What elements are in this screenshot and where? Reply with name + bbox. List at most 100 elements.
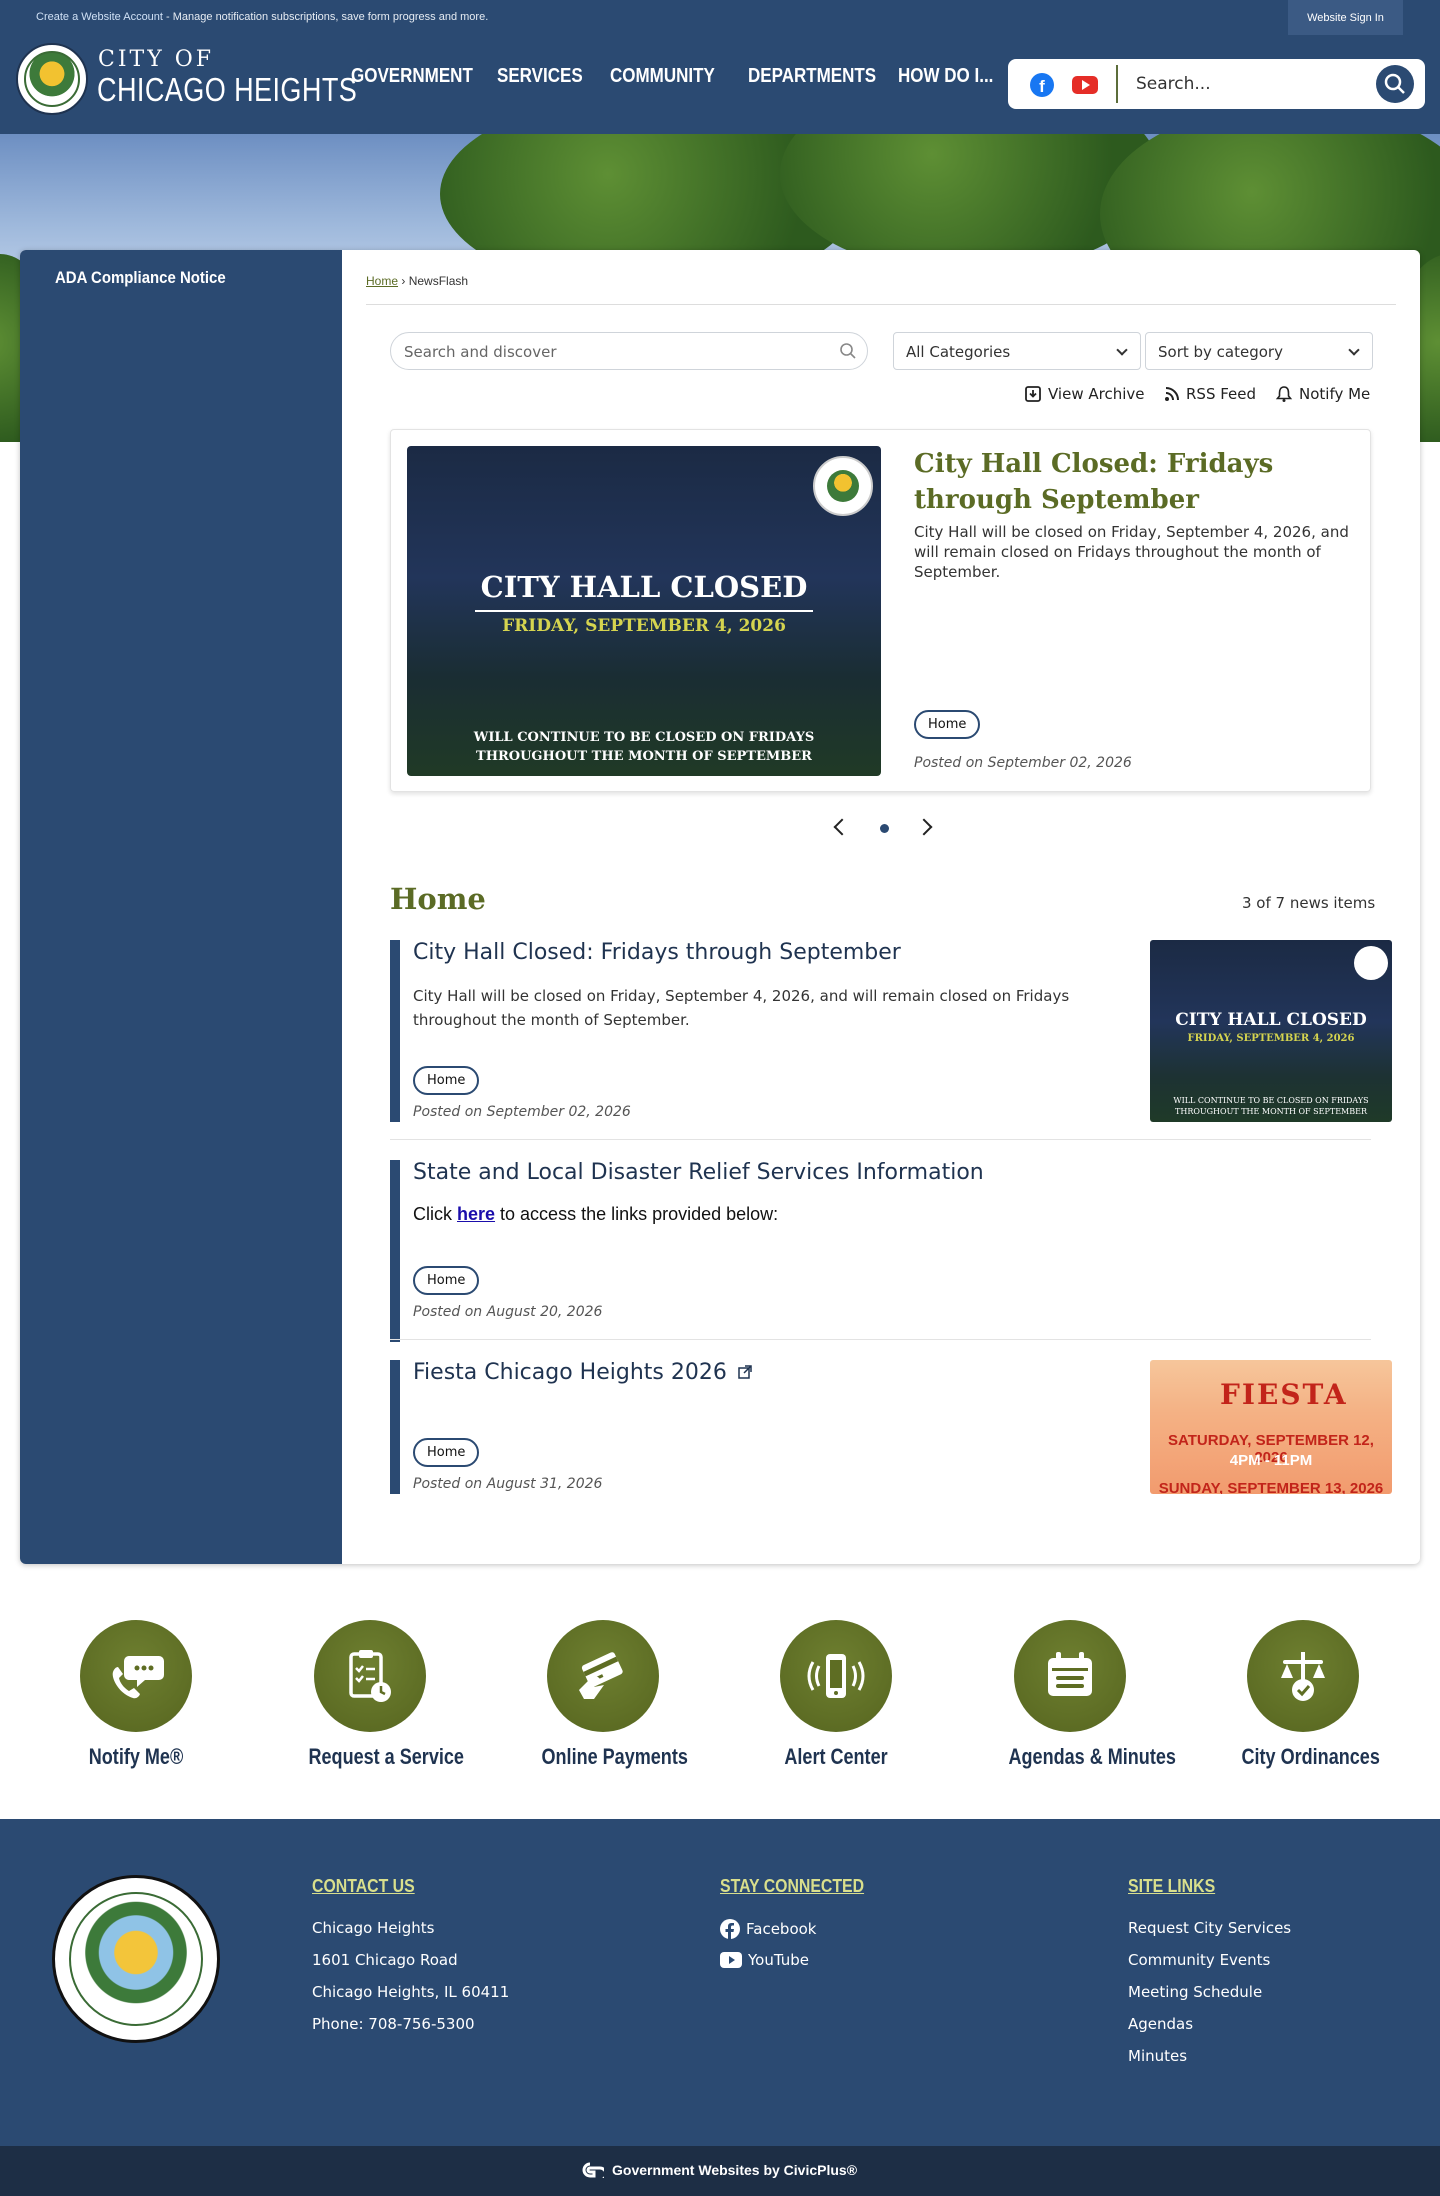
notify-me-label: Notify Me <box>1299 385 1371 403</box>
footer-site-link[interactable]: Meeting Schedule <box>1128 1983 1262 2001</box>
footer-stay-connected-heading: STAY CONNECTED <box>720 1876 865 1896</box>
carousel-controls <box>826 815 946 841</box>
quick-link-agendas-minutes[interactable]: Agendas & Minutes <box>995 1620 1176 1770</box>
sidebar-item-ada-compliance[interactable]: ADA Compliance Notice <box>55 268 226 288</box>
news-item-title[interactable]: Fiesta Chicago Heights 2026 <box>413 1360 752 1385</box>
header-search-box: f <box>1008 59 1425 109</box>
news-item-title[interactable]: City Hall Closed: Fridays through Septem… <box>413 940 901 965</box>
footer-bottom-bar: Government Websites by CivicPlus® <box>0 2146 1440 2196</box>
footer-site-link[interactable]: Agendas <box>1128 2015 1193 2033</box>
quick-link-label: Agendas & Minutes <box>1008 1744 1176 1769</box>
news-item-posted-date: Posted on August 20, 2026 <box>413 1304 603 1320</box>
news-item-title-text: Fiesta Chicago Heights 2026 <box>413 1360 727 1385</box>
thumb-headline: CITY HALL CLOSED <box>1175 1010 1367 1030</box>
thumb-footer-line: THROUGHOUT THE MONTH OF SEPTEMBER <box>1175 1107 1367 1116</box>
thumb-date: FRIDAY, SEPTEMBER 4, 2026 <box>1187 1033 1355 1044</box>
category-tag-home[interactable]: Home <box>914 710 981 739</box>
breadcrumb-home-link[interactable]: Home <box>366 274 398 288</box>
news-item-title[interactable]: State and Local Disaster Relief Services… <box>413 1160 984 1185</box>
quick-link-circle <box>547 1620 659 1732</box>
image-date: FRIDAY, SEPTEMBER 4, 2026 <box>502 616 786 636</box>
quick-link-circle <box>314 1620 426 1732</box>
youtube-icon[interactable] <box>1072 76 1098 94</box>
quick-link-request-service[interactable]: Request a Service <box>295 1620 464 1770</box>
description-text: Click <box>413 1204 457 1224</box>
site-header: CITY OF CHICAGO HEIGHTS GOVERNMENT SERVI… <box>0 35 1440 134</box>
facebook-icon[interactable]: f <box>1030 73 1054 97</box>
quick-link-notify-me[interactable]: Notify Me® <box>61 1620 211 1770</box>
chevron-down-icon <box>1348 344 1360 356</box>
category-select[interactable]: All Categories <box>893 332 1141 370</box>
quick-link-alert-center[interactable]: Alert Center <box>761 1620 911 1770</box>
news-item-thumbnail[interactable]: FIESTA SATURDAY, SEPTEMBER 12, 2026 4PM … <box>1150 1360 1392 1494</box>
civicplus-link[interactable]: Government Websites by CivicPlus® <box>580 2162 857 2178</box>
nav-government[interactable]: GOVERNMENT <box>351 65 473 88</box>
quick-link-label: Online Payments <box>541 1744 688 1769</box>
archive-icon <box>1025 386 1041 402</box>
search-button[interactable] <box>1376 65 1414 103</box>
quick-link-label: Notify Me® <box>88 1744 184 1769</box>
view-archive-link[interactable]: View Archive <box>1024 385 1145 403</box>
image-underline <box>475 610 813 612</box>
featured-news-image[interactable]: CITY HALL CLOSED FRIDAY, SEPTEMBER 4, 20… <box>407 446 881 776</box>
category-tag-home[interactable]: Home <box>413 1066 480 1095</box>
civicplus-label: Government Websites by CivicPlus® <box>612 2162 858 2178</box>
quick-link-circle <box>1247 1620 1359 1732</box>
here-link[interactable]: here <box>457 1204 495 1224</box>
carousel-dot[interactable] <box>880 824 889 833</box>
civicplus-logo-icon <box>582 2162 604 2178</box>
top-utility-bar: Create a Website Account - Manage notifi… <box>0 0 1440 35</box>
clipboard-icon <box>349 1650 391 1702</box>
nav-departments[interactable]: DEPARTMENTS <box>748 65 876 88</box>
sort-select-value: Sort by category <box>1158 343 1283 361</box>
footer-site-link[interactable]: Minutes <box>1128 2047 1187 2065</box>
account-message-text: - Manage notification subscriptions, sav… <box>162 11 489 23</box>
sort-select[interactable]: Sort by category <box>1145 332 1373 370</box>
news-search-input[interactable]: Search and discover <box>390 332 868 370</box>
footer-site-link[interactable]: Community Events <box>1128 1951 1270 1969</box>
footer-youtube-link[interactable]: YouTube <box>720 1951 809 1969</box>
nav-services[interactable]: SERVICES <box>497 65 583 88</box>
breadcrumb-current: NewsFlash <box>408 274 469 288</box>
news-item: Fiesta Chicago Heights 2026 Home Posted … <box>390 1360 1392 1495</box>
quick-link-label: Request a Service <box>308 1744 464 1769</box>
footer-site-link[interactable]: Request City Services <box>1128 1919 1291 1937</box>
featured-news-title[interactable]: City Hall Closed: Fridays through Septem… <box>914 446 1364 518</box>
footer-facebook-link[interactable]: Facebook <box>720 1919 816 1939</box>
description-text: to access the links provided below: <box>495 1204 779 1224</box>
search-icon <box>840 343 856 359</box>
nav-how-do-i[interactable]: HOW DO I... <box>898 65 993 88</box>
section-title: Home <box>390 882 486 916</box>
footer-contact-line: 1601 Chicago Road <box>312 1951 458 1969</box>
logo-text-chicago-heights[interactable]: CHICAGO HEIGHTS <box>97 71 357 109</box>
nav-community[interactable]: COMMUNITY <box>610 65 715 88</box>
quick-link-circle <box>780 1620 892 1732</box>
chevron-right-icon[interactable] <box>915 818 933 836</box>
category-tag-home[interactable]: Home <box>413 1438 480 1467</box>
divider <box>390 1339 1371 1340</box>
news-item: City Hall Closed: Fridays through Septem… <box>390 940 1392 1140</box>
footer-contact-line: Chicago Heights <box>312 1919 435 1937</box>
rss-feed-link[interactable]: RSS Feed <box>1164 385 1256 403</box>
quick-link-circle <box>1014 1620 1126 1732</box>
scales-of-justice-icon <box>1281 1652 1325 1701</box>
notify-me-link[interactable]: Notify Me <box>1275 385 1370 403</box>
city-seal-logo[interactable] <box>16 43 88 115</box>
create-account-link[interactable]: Create a Website Account <box>36 11 163 23</box>
image-footer-line: THROUGHOUT THE MONTH OF SEPTEMBER <box>476 749 812 764</box>
website-sign-in-button[interactable]: Website Sign In <box>1288 0 1403 35</box>
news-item-thumbnail[interactable]: CITY HALL CLOSED FRIDAY, SEPTEMBER 4, 20… <box>1150 940 1392 1122</box>
quick-link-city-ordinances[interactable]: City Ordinances <box>1228 1620 1380 1770</box>
news-search-placeholder: Search and discover <box>404 343 557 361</box>
city-seal-logo <box>813 456 873 516</box>
image-footer: WILL CONTINUE TO BE CLOSED ON FRIDAYS THR… <box>407 728 881 766</box>
quick-link-online-payments[interactable]: Online Payments <box>528 1620 688 1770</box>
news-item-description: City Hall will be closed on Friday, Sept… <box>413 987 1070 1029</box>
logo-text-city-of[interactable]: CITY OF <box>98 47 214 72</box>
category-tag-home[interactable]: Home <box>413 1266 480 1295</box>
chevron-left-icon[interactable] <box>833 818 851 836</box>
footer-contact-line: Phone: 708-756-5300 <box>312 2015 475 2033</box>
divider <box>390 1139 1371 1140</box>
site-search-input[interactable] <box>1136 67 1366 101</box>
external-link-icon <box>738 1365 752 1379</box>
